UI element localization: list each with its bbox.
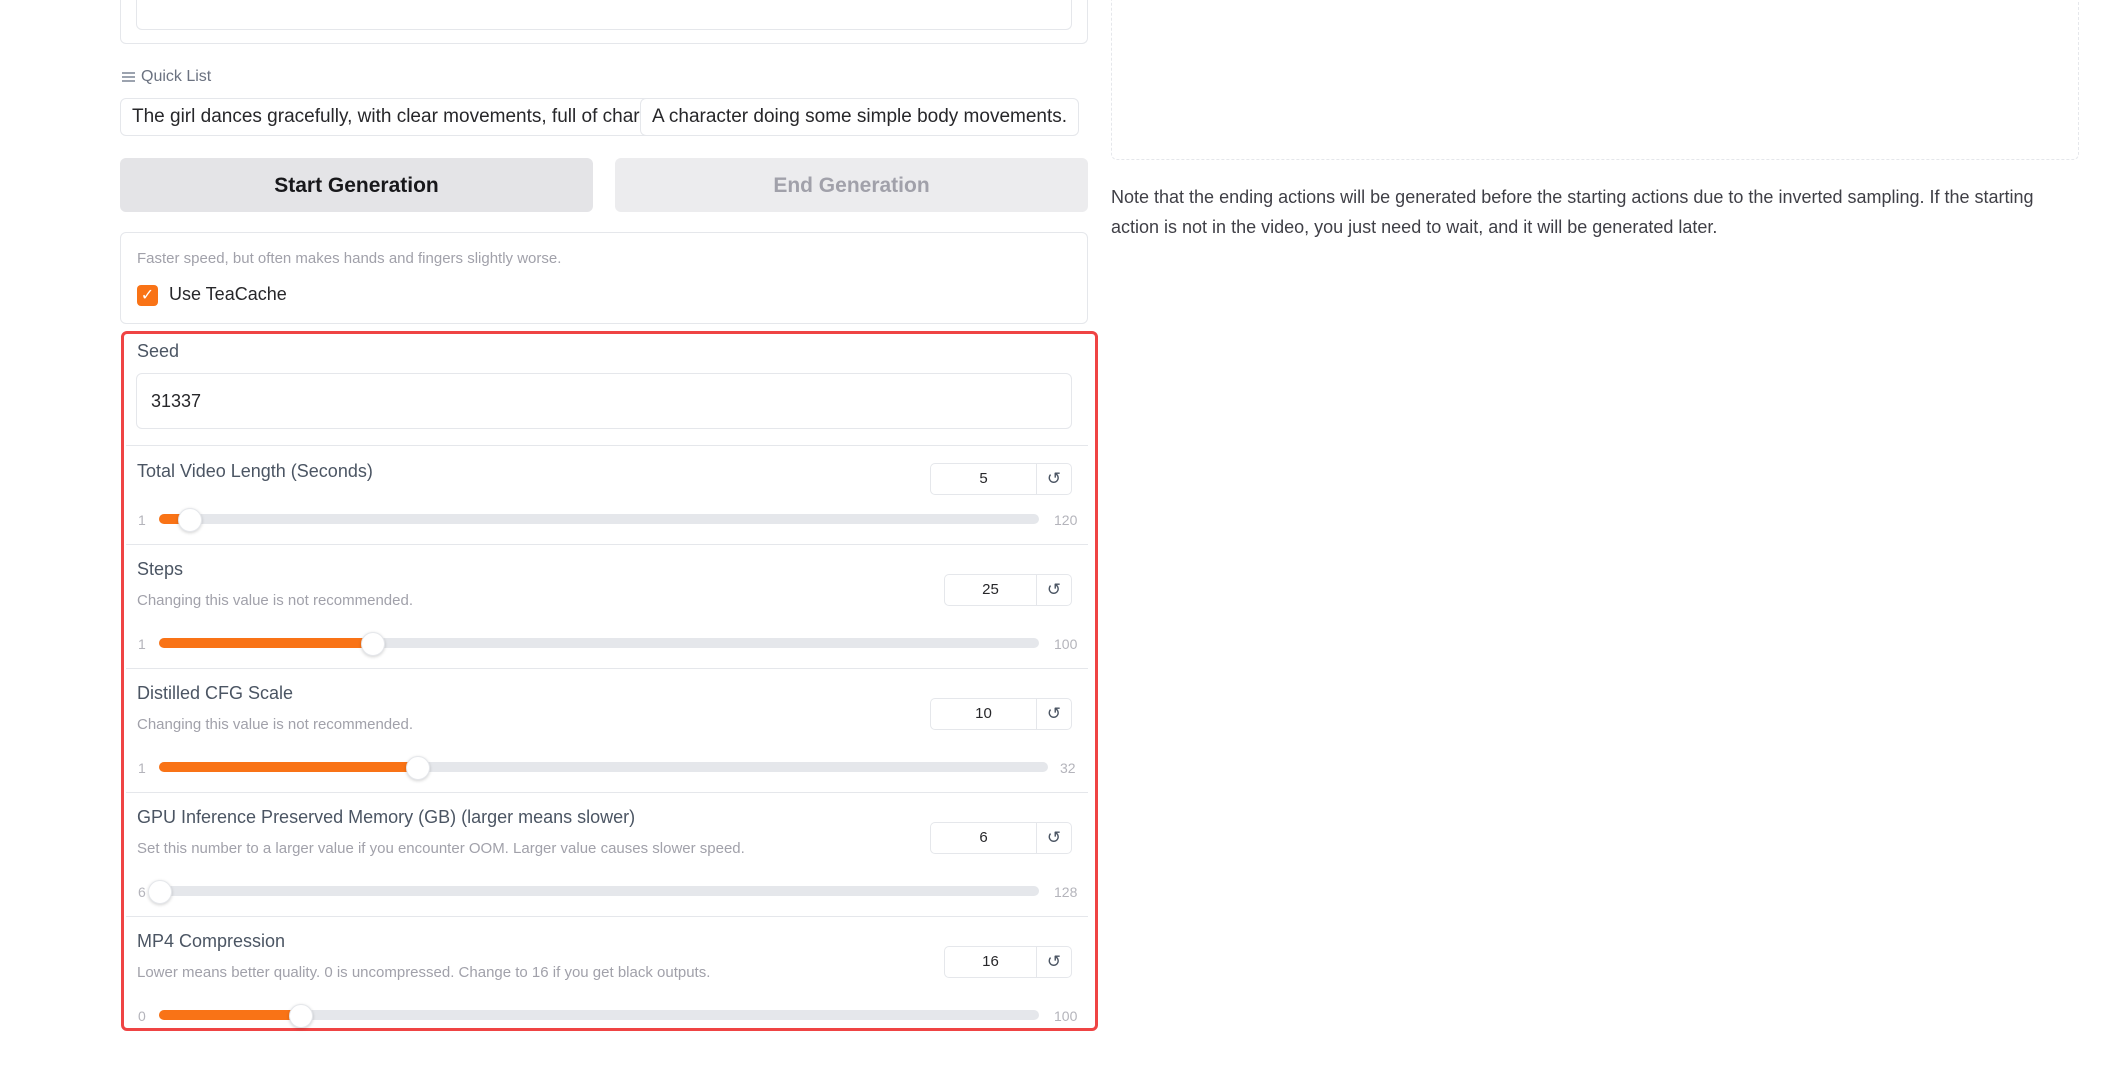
cfg-scale-number-input[interactable]: 10 [930,698,1036,730]
gpu-memory-label: GPU Inference Preserved Memory (GB) (lar… [137,807,636,827]
slider-thumb[interactable] [406,756,431,780]
slider-thumb[interactable] [177,508,202,532]
cfg-scale-min: 1 [138,760,146,776]
quick-list-item[interactable]: The girl dances gracefully, with clear m… [120,98,673,136]
video-length-slider[interactable] [159,508,1039,532]
reset-icon: ↺ [1046,469,1062,488]
prompt-textarea[interactable] [136,0,1072,30]
sampling-note: Note that the ending actions will be gen… [1111,187,2034,237]
divider [126,916,1088,917]
mp4-compression-min: 0 [138,1008,146,1024]
gpu-memory-min: 6 [138,884,146,900]
steps-label: Steps [137,559,184,579]
teacache-info: Faster speed, but often makes hands and … [137,250,562,267]
quick-list-label: Quick List [122,68,211,86]
gpu-memory-max: 128 [1054,884,1078,900]
mp4-compression-info: Lower means better quality. 0 is uncompr… [137,964,711,981]
quick-list-item[interactable]: A character doing some simple body movem… [640,98,1080,136]
video-length-max: 120 [1054,512,1078,528]
end-generation-button[interactable]: End Generation [615,158,1088,212]
teacache-label[interactable]: Use TeaCache [169,284,287,305]
gpu-memory-number-input[interactable]: 6 [930,822,1036,854]
mp4-compression-max: 100 [1054,1008,1078,1024]
mp4-compression-slider[interactable] [159,1004,1039,1028]
reset-icon: ↺ [1046,580,1062,599]
video-length-reset-button[interactable]: ↺ [1036,463,1072,495]
gpu-memory-slider[interactable] [148,880,1039,904]
steps-number-input[interactable]: 25 [944,574,1036,606]
seed-label: Seed [137,341,180,361]
reset-icon: ↺ [1046,828,1062,847]
settings-group [121,331,1098,1031]
slider-thumb[interactable] [148,880,172,904]
video-length-label: Total Video Length (Seconds) [137,461,373,481]
cfg-scale-label: Distilled CFG Scale [137,683,294,703]
slider-fill [159,1010,300,1020]
gpu-memory-reset-button[interactable]: ↺ [1036,822,1072,854]
steps-info: Changing this value is not recommended. [137,592,413,609]
cfg-scale-info: Changing this value is not recommended. [137,716,413,733]
steps-reset-button[interactable]: ↺ [1036,574,1072,606]
divider [126,792,1088,793]
slider-fill [159,638,373,648]
gpu-memory-info: Set this number to a larger value if you… [137,840,745,857]
seed-input[interactable]: 31337 [136,373,1072,429]
video-length-min: 1 [138,512,146,528]
list-icon [122,71,135,83]
teacache-container [120,232,1088,324]
quick-list-label-text: Quick List [141,68,212,85]
slider-thumb[interactable] [288,1004,313,1028]
mp4-compression-number-input[interactable]: 16 [944,946,1036,978]
mp4-compression-reset-button[interactable]: ↺ [1036,946,1072,978]
steps-max: 100 [1054,636,1078,652]
start-generation-button[interactable]: Start Generation [120,158,593,212]
video-length-number-input[interactable]: 5 [930,463,1036,495]
divider [126,445,1088,446]
steps-slider[interactable] [159,632,1039,656]
mp4-compression-label: MP4 Compression [137,931,286,951]
cfg-scale-reset-button[interactable]: ↺ [1036,698,1072,730]
video-output-area [1111,0,2079,160]
teacache-checkbox[interactable]: ✓ [137,285,158,306]
slider-fill [159,762,418,772]
divider [126,668,1088,669]
steps-min: 1 [138,636,146,652]
divider [126,544,1088,545]
cfg-scale-slider[interactable] [159,756,1048,780]
checkmark-icon: ✓ [140,287,155,304]
reset-icon: ↺ [1046,952,1062,971]
reset-icon: ↺ [1046,704,1062,723]
cfg-scale-max: 32 [1060,760,1076,776]
